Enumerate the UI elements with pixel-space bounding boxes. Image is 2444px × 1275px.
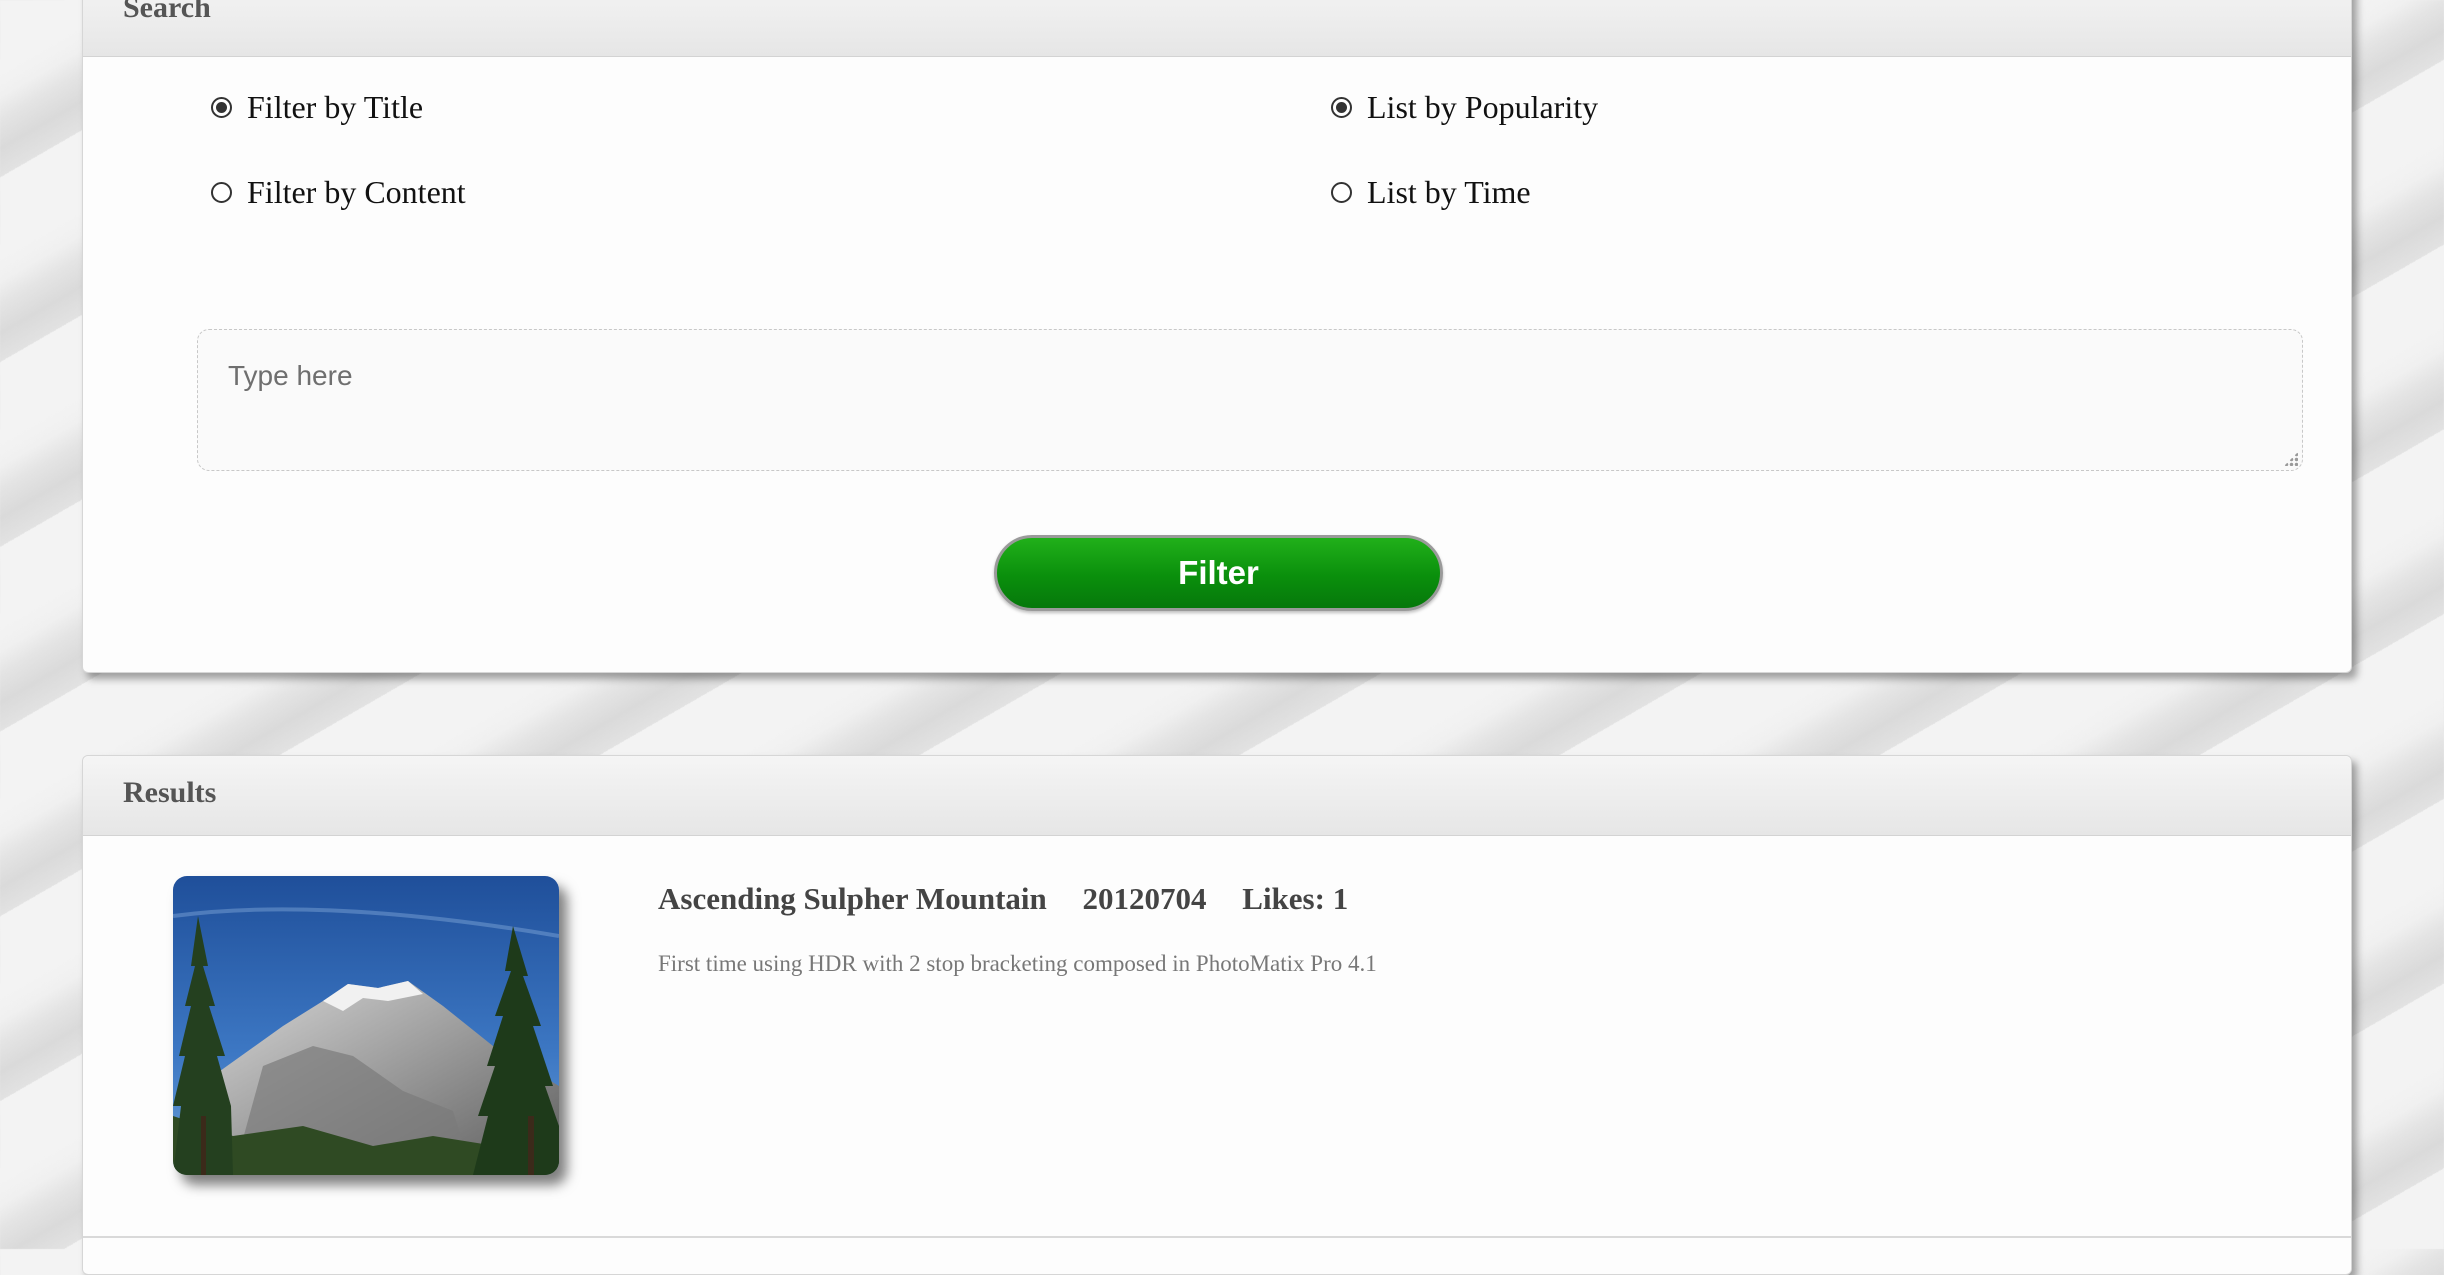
resize-grip-icon[interactable]	[2284, 452, 2298, 466]
results-panel: Results Ascending Sulpher Mountain 20120…	[82, 755, 2352, 1275]
results-panel-title: Results	[123, 776, 217, 809]
radio-button-checked[interactable]	[1331, 97, 1352, 118]
radio-button[interactable]	[1331, 182, 1352, 203]
search-panel-header: Search	[83, 0, 2351, 57]
search-panel: Search Filter by Title Filter by Content…	[82, 0, 2352, 673]
radio-button[interactable]	[211, 182, 232, 203]
search-textarea[interactable]: Type here	[197, 329, 2303, 471]
radio-filter-by-title[interactable]: Filter by Title	[211, 89, 423, 126]
radio-list-by-time[interactable]: List by Time	[1331, 174, 1531, 211]
search-panel-title: Search	[123, 0, 211, 24]
result-item: Ascending Sulpher Mountain 20120704 Like…	[83, 836, 2351, 1238]
result-description: First time using HDR with 2 stop bracket…	[658, 951, 1377, 976]
filter-button[interactable]: Filter	[994, 535, 1443, 611]
result-thumbnail[interactable]	[173, 876, 559, 1175]
radio-label: List by Time	[1367, 174, 1531, 210]
radio-filter-by-content[interactable]: Filter by Content	[211, 174, 466, 211]
radio-label: Filter by Content	[247, 174, 466, 210]
results-panel-header: Results	[83, 756, 2351, 836]
radio-label: Filter by Title	[247, 89, 424, 125]
result-likes: Likes: 1	[1242, 881, 1349, 916]
radio-list-by-popularity[interactable]: List by Popularity	[1331, 89, 1598, 126]
search-placeholder: Type here	[228, 360, 353, 391]
result-title[interactable]: Ascending Sulpher Mountain	[658, 881, 1047, 916]
radio-button-checked[interactable]	[211, 97, 232, 118]
result-title-line: Ascending Sulpher Mountain 20120704 Like…	[658, 881, 1376, 917]
result-date: 20120704	[1082, 881, 1207, 916]
radio-label: List by Popularity	[1367, 89, 1599, 125]
mountain-photo-icon	[173, 876, 559, 1175]
